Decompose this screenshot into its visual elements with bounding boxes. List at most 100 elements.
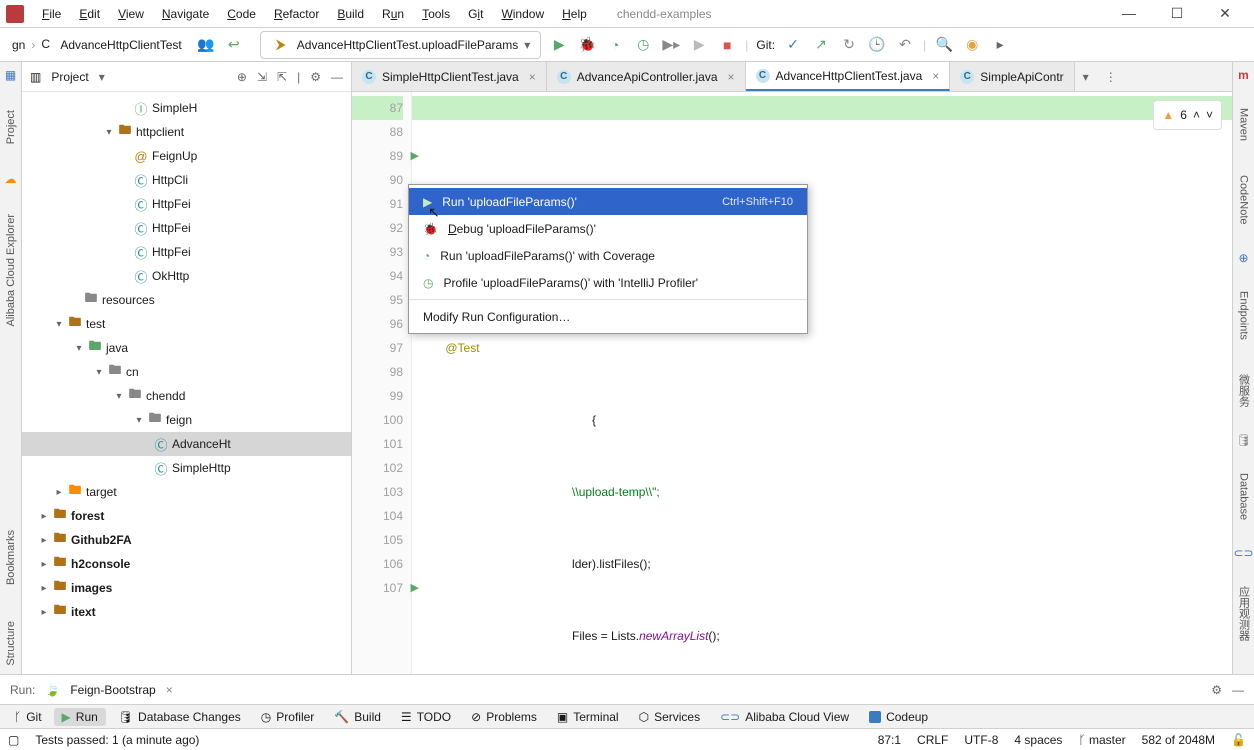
stop-button[interactable]: ■ <box>717 35 737 55</box>
tree-item[interactable]: java <box>104 341 128 355</box>
tree-item[interactable]: h2console <box>69 557 130 571</box>
menu-view[interactable]: View <box>110 4 152 24</box>
tree-item[interactable]: forest <box>69 509 104 523</box>
maven-icon[interactable]: m <box>1238 68 1249 82</box>
git-rollback-icon[interactable]: ↶ <box>895 35 915 55</box>
left-tab-explorer[interactable]: Alibaba Cloud Explorer <box>5 206 17 335</box>
cloud-tool-icon[interactable]: ☁ <box>5 172 17 186</box>
git-history-icon[interactable]: 🕒 <box>867 35 887 55</box>
left-tab-project[interactable]: Project <box>5 102 17 152</box>
right-tab-cloud[interactable]: 应用观测器 <box>1236 578 1252 649</box>
search-icon[interactable]: 🔍 <box>934 35 954 55</box>
tree-item[interactable]: httpclient <box>134 125 184 139</box>
tab-simplehttpclienttest[interactable]: CSimpleHttpClientTest.java× <box>352 62 547 91</box>
maximize-button[interactable]: ☐ <box>1162 5 1192 22</box>
run-tool-config[interactable]: Feign-Bootstrap <box>70 683 155 697</box>
tree-item[interactable]: OkHttp <box>150 269 189 283</box>
close-icon[interactable]: × <box>728 70 735 84</box>
menu-run-coverage[interactable]: ◔ Run 'uploadFileParams()' with Coverage <box>409 242 807 269</box>
project-tree[interactable]: ⒾSimpleH ▾🖿httpclient @FeignUp ⒸHttpCli … <box>22 92 351 674</box>
chevron-down-icon[interactable]: ▾ <box>132 415 146 426</box>
menu-window[interactable]: Window <box>493 4 552 24</box>
menu-help[interactable]: Help <box>554 4 595 24</box>
tree-item[interactable]: FeignUp <box>150 149 197 163</box>
right-tab-database[interactable]: Database <box>1238 465 1250 528</box>
back-arrow-icon[interactable]: ↩ <box>224 35 244 55</box>
ide-icon[interactable]: ◉ <box>962 35 982 55</box>
right-tab-codenote[interactable]: CodeNote <box>1238 167 1250 233</box>
hide-icon[interactable]: — <box>1232 683 1244 697</box>
tree-item[interactable]: target <box>84 485 117 499</box>
menu-debug-test[interactable]: 🐞 Debug 'uploadFileParams()' <box>409 215 807 242</box>
endpoints-icon[interactable]: ⊕ <box>1238 251 1248 265</box>
tree-item[interactable]: HttpFei <box>150 245 191 259</box>
tree-item[interactable]: Github2FA <box>69 533 132 547</box>
menu-modify-run-config[interactable]: Modify Run Configuration… <box>409 303 807 330</box>
status-memory[interactable]: 582 of 2048M <box>1142 733 1215 747</box>
chevron-down-icon[interactable]: ▾ <box>72 343 86 354</box>
debug-button[interactable]: 🐞 <box>577 35 597 55</box>
run-button[interactable]: ▶ <box>549 35 569 55</box>
more-icon[interactable]: ▸ <box>990 35 1010 55</box>
attach-button[interactable]: ▶▸ <box>661 35 681 55</box>
tw-services[interactable]: ⬡Services <box>631 708 709 726</box>
tw-git[interactable]: ᚴGit <box>6 708 50 726</box>
menu-run[interactable]: Run <box>374 4 412 24</box>
left-tab-bookmarks[interactable]: Bookmarks <box>5 522 17 593</box>
chevron-down-icon[interactable]: ▾ <box>92 367 106 378</box>
menu-run-profile[interactable]: ◷ Profile 'uploadFileParams()' with 'Int… <box>409 269 807 296</box>
tab-simpleapicontroller[interactable]: CSimpleApiContr <box>950 62 1074 91</box>
warnings-badge[interactable]: ▲6˄˅ <box>1153 100 1222 130</box>
breadcrumb[interactable]: gn › C AdvanceHttpClientTest <box>6 35 188 55</box>
close-button[interactable]: ✕ <box>1210 5 1240 22</box>
tree-item[interactable]: SimpleH <box>150 101 197 115</box>
chevron-right-icon[interactable]: ▸ <box>37 583 51 594</box>
project-tool-icon[interactable]: ▦ <box>5 68 16 82</box>
tree-item[interactable]: HttpFei <box>150 197 191 211</box>
tree-item[interactable]: HttpFei <box>150 221 191 235</box>
lock-icon[interactable]: 🔓 <box>1231 733 1246 747</box>
chevron-down-icon[interactable]: ▾ <box>99 70 105 84</box>
tw-db-changes[interactable]: 🛢Database Changes <box>110 708 249 726</box>
menu-tools[interactable]: Tools <box>414 4 458 24</box>
right-tab-maven[interactable]: Maven <box>1238 100 1250 149</box>
gear-icon[interactable]: ⚙ <box>310 70 321 84</box>
menu-git[interactable]: Git <box>460 4 491 24</box>
status-branch[interactable]: ᚴ master <box>1078 733 1125 747</box>
tree-item[interactable]: itext <box>69 605 96 619</box>
chevron-right-icon[interactable]: ▸ <box>37 559 51 570</box>
tw-problems[interactable]: ⊘Problems <box>463 708 545 726</box>
chevron-down-icon[interactable]: ˅ <box>1206 103 1213 127</box>
tree-item[interactable]: feign <box>164 413 192 427</box>
chevron-right-icon[interactable]: ▸ <box>52 487 66 498</box>
run-config-selector[interactable]: ⮞ AdvanceHttpClientTest.uploadFileParams… <box>260 31 541 59</box>
tree-item[interactable]: resources <box>100 293 155 307</box>
tw-build[interactable]: 🔨Build <box>326 708 389 726</box>
menu-build[interactable]: Build <box>329 4 372 24</box>
gear-icon[interactable]: ⚙ <box>1211 683 1222 697</box>
minimize-button[interactable]: — <box>1114 5 1144 22</box>
chevron-right-icon[interactable]: ▸ <box>37 511 51 522</box>
coverage-button[interactable]: ◔ <box>605 35 625 55</box>
right-tab-microservices[interactable]: 微服务 <box>1236 366 1252 415</box>
git-update-icon[interactable]: ✓ <box>783 35 803 55</box>
tree-item[interactable]: test <box>84 317 105 331</box>
status-icon[interactable]: ▢ <box>8 733 19 747</box>
cloud-obs-icon[interactable]: ⊂⊃ <box>1233 546 1253 560</box>
git-push-icon[interactable]: ↻ <box>839 35 859 55</box>
menu-refactor[interactable]: Refactor <box>266 4 327 24</box>
users-icon[interactable]: 👥 <box>196 35 216 55</box>
left-tab-structure[interactable]: Structure <box>5 613 17 674</box>
code-content[interactable]: ▲6˄˅ 👤 chendd @Test { \\upload-temp\\"; <box>412 92 1232 674</box>
chevron-down-icon[interactable]: ▾ <box>112 391 126 402</box>
status-lineending[interactable]: CRLF <box>917 733 948 747</box>
tw-terminal[interactable]: ▣Terminal <box>549 708 627 726</box>
close-icon[interactable]: × <box>529 70 536 84</box>
tw-todo[interactable]: ☰TODO <box>393 708 459 726</box>
database-icon[interactable]: 🛢 <box>1236 433 1251 447</box>
chevron-down-icon[interactable]: ▾ <box>52 319 66 330</box>
status-position[interactable]: 87:1 <box>878 733 901 747</box>
git-commit-icon[interactable]: ↗ <box>811 35 831 55</box>
expand-icon[interactable]: ⇱ <box>277 70 287 84</box>
tree-item[interactable]: AdvanceHt <box>170 437 231 451</box>
